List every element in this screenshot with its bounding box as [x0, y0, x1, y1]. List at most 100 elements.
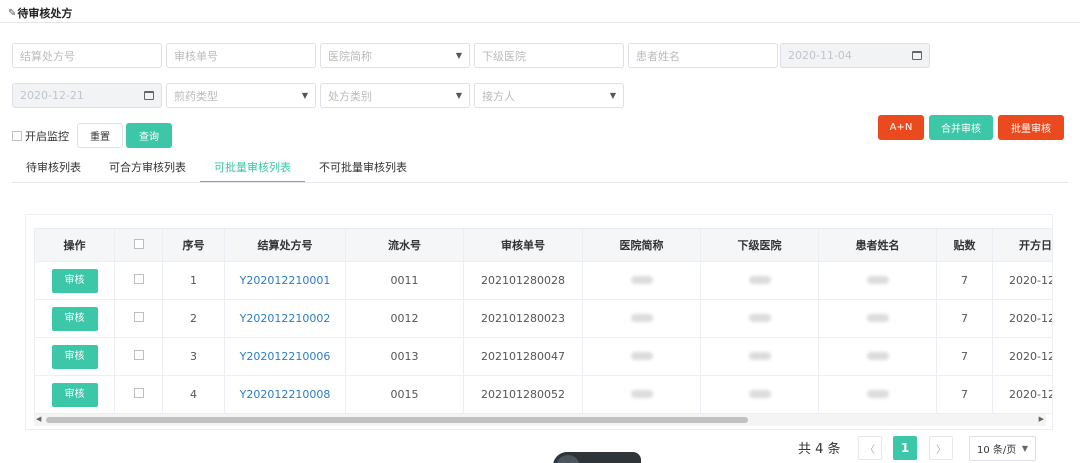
cell-audit-no: 202101280028 — [463, 261, 583, 300]
cell-date: 2020-12-21 — [992, 375, 1052, 414]
table-row: 审核 3 Y202012210006 0013 202101280047 7 2… — [34, 337, 1052, 376]
calendar-icon — [144, 91, 154, 100]
table-row: 审核 4 Y202012210008 0015 202101280052 7 2… — [34, 375, 1052, 414]
cell-settle-no-link[interactable]: Y202012210002 — [224, 299, 346, 338]
cell-audit-no: 202101280052 — [463, 375, 583, 414]
cell-hospital-abbr — [582, 261, 701, 300]
redacted-text — [630, 276, 653, 284]
cell-settle-no-link[interactable]: Y202012210008 — [224, 375, 346, 414]
cell-date: 2020-12-21 — [992, 337, 1052, 376]
sub-hospital-input[interactable]: 下级医院 — [474, 43, 624, 68]
cell-settle-no-link[interactable]: Y202012210006 — [224, 337, 346, 376]
table-scroll-area: 操作 序号 结算处方号 流水号 审核单号 医院简称 下级医院 患者姓名 贴数 开… — [34, 228, 1052, 418]
redacted-text — [866, 276, 889, 284]
calendar-icon — [912, 51, 922, 60]
cell-doses: 7 — [936, 337, 993, 376]
query-button[interactable]: 查询 — [126, 123, 172, 148]
hospital-abbr-select[interactable]: 医院简称 ▼ — [320, 43, 470, 68]
scrollbar-thumb[interactable] — [46, 417, 748, 423]
cell-doses: 7 — [936, 299, 993, 338]
chevron-right-icon: 〉 — [936, 444, 946, 456]
table-card: 操作 序号 结算处方号 流水号 审核单号 医院简称 下级医院 患者姓名 贴数 开… — [25, 214, 1053, 430]
redacted-text — [748, 390, 771, 398]
row-checkbox[interactable] — [133, 274, 144, 284]
cell-audit-no: 202101280047 — [463, 337, 583, 376]
page-size-select[interactable]: 10 条/页 ▼ — [969, 436, 1036, 461]
tab-batchable-list[interactable]: 可批量审核列表 — [200, 154, 305, 183]
row-checkbox[interactable] — [133, 350, 144, 360]
cell-sub-hospital — [700, 261, 819, 300]
redacted-text — [748, 314, 771, 322]
table-header-row: 操作 序号 结算处方号 流水号 审核单号 医院简称 下级医院 患者姓名 贴数 开… — [34, 228, 1052, 262]
caret-down-icon: ▼ — [301, 91, 308, 100]
sub-hospital-placeholder: 下级医院 — [482, 49, 526, 63]
monitor-toggle[interactable]: 开启监控 — [12, 128, 69, 144]
table-row: 审核 1 Y202012210001 0011 202101280028 7 2… — [34, 261, 1052, 300]
cell-doses: 7 — [936, 375, 993, 414]
cell-date: 2020-12-21 — [992, 299, 1052, 338]
page-title: ✎ 待审核处方 — [8, 5, 72, 21]
audit-button[interactable]: 审核 — [51, 344, 98, 369]
cell-serial: 0011 — [345, 261, 464, 300]
scroll-left-icon[interactable]: ◀ — [36, 415, 41, 423]
col-hospital-abbr: 医院简称 — [582, 228, 701, 262]
settle-no-input[interactable]: 结算处方号 — [12, 43, 162, 68]
select-all-checkbox[interactable] — [133, 238, 144, 249]
end-date-input[interactable]: 2020-12-21 — [12, 83, 162, 108]
col-doses: 贴数 — [936, 228, 993, 262]
merge-audit-button[interactable]: 合并审核 — [929, 115, 993, 140]
redacted-text — [630, 390, 653, 398]
reset-button[interactable]: 重置 — [77, 123, 123, 148]
redacted-text — [630, 352, 653, 360]
tab-non-batchable-list[interactable]: 不可批量审核列表 — [305, 154, 421, 182]
col-sub-hospital: 下级医院 — [700, 228, 819, 262]
settle-no-placeholder: 结算处方号 — [20, 49, 75, 63]
prescription-category-select[interactable]: 处方类别 ▼ — [320, 83, 470, 108]
redacted-text — [748, 276, 771, 284]
cell-date: 2020-12-21 — [992, 261, 1052, 300]
floating-widget[interactable] — [553, 452, 641, 463]
cell-sub-hospital — [700, 337, 819, 376]
hospital-abbr-placeholder: 医院简称 — [328, 49, 372, 63]
audit-button[interactable]: 审核 — [51, 306, 98, 331]
next-page-button[interactable]: 〉 — [929, 436, 953, 460]
cell-hospital-abbr — [582, 375, 701, 414]
patient-name-input[interactable]: 患者姓名 — [628, 43, 778, 68]
redacted-text — [866, 352, 889, 360]
batch-audit-button[interactable]: 批量审核 — [998, 115, 1064, 140]
horizontal-scrollbar[interactable]: ◀ ▶ — [34, 414, 1046, 426]
monitor-checkbox[interactable] — [12, 131, 22, 141]
start-date-input[interactable]: 2020-11-04 — [780, 43, 930, 68]
redacted-text — [630, 314, 653, 322]
end-date-value: 2020-12-21 — [20, 89, 84, 102]
row-checkbox[interactable] — [133, 312, 144, 322]
page-button-1[interactable]: 1 — [893, 436, 917, 460]
redacted-text — [866, 314, 889, 322]
col-date: 开方日期 — [992, 228, 1052, 262]
row-checkbox[interactable] — [133, 388, 144, 398]
cell-settle-no-link[interactable]: Y202012210001 — [224, 261, 346, 300]
caret-down-icon: ▼ — [455, 51, 462, 60]
cell-seq: 4 — [162, 375, 225, 414]
audit-button[interactable]: 审核 — [51, 268, 98, 293]
caret-down-icon: ▼ — [1021, 444, 1028, 453]
patient-name-placeholder: 患者姓名 — [636, 49, 680, 63]
tab-pending-list[interactable]: 待审核列表 — [12, 154, 95, 182]
cell-patient-name — [818, 337, 937, 376]
table-row: 审核 2 Y202012210002 0012 202101280023 7 2… — [34, 299, 1052, 338]
prev-page-button[interactable]: 〈 — [858, 436, 882, 460]
col-select — [114, 228, 163, 262]
a-plus-n-button[interactable]: A+N — [878, 115, 924, 140]
col-action: 操作 — [34, 228, 115, 262]
audit-no-input[interactable]: 审核单号 — [166, 43, 316, 68]
cell-doses: 7 — [936, 261, 993, 300]
col-serial: 流水号 — [345, 228, 464, 262]
scroll-right-icon[interactable]: ▶ — [1039, 415, 1044, 423]
decoction-type-select[interactable]: 煎药类型 ▼ — [166, 83, 316, 108]
start-date-value: 2020-11-04 — [788, 49, 852, 62]
receiver-select[interactable]: 接方人 ▼ — [474, 83, 624, 108]
col-settle-no: 结算处方号 — [224, 228, 346, 262]
tab-mergeable-list[interactable]: 可合方审核列表 — [95, 154, 200, 182]
audit-button[interactable]: 审核 — [51, 382, 98, 407]
cell-hospital-abbr — [582, 299, 701, 338]
